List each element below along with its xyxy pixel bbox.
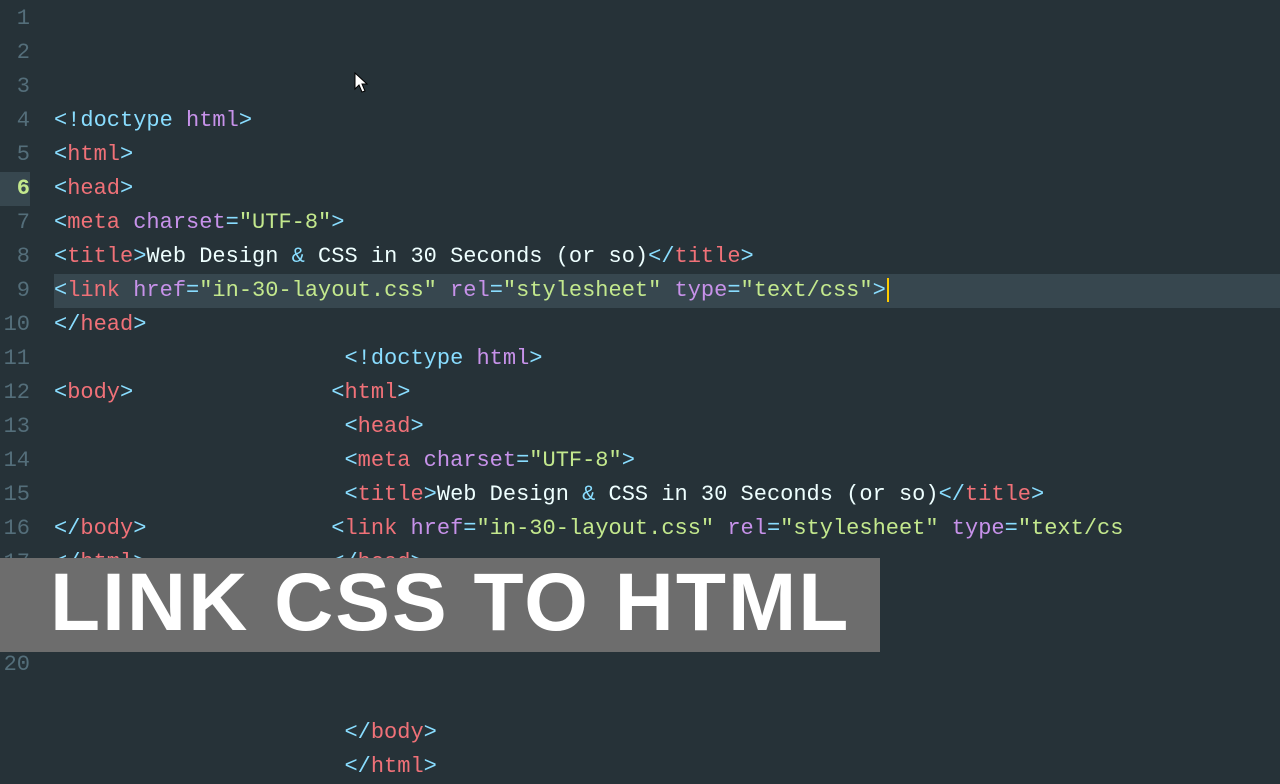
line-number: 5 <box>0 138 30 172</box>
line-number: 1 <box>0 2 30 36</box>
line-number: 20 <box>0 648 30 682</box>
code-line[interactable]: <!doctype html> <box>54 342 1280 376</box>
line-number: 9 <box>0 274 30 308</box>
code-line[interactable]: </html> <box>54 750 1280 784</box>
line-number: 10 <box>0 308 30 342</box>
code-line[interactable] <box>54 648 1280 682</box>
code-line[interactable]: <meta charset="UTF-8"> <box>54 206 1280 240</box>
line-number: 2 <box>0 36 30 70</box>
line-number: 8 <box>0 240 30 274</box>
code-line[interactable]: <html> <box>54 138 1280 172</box>
title-banner: LINK CSS TO HTML <box>0 558 880 652</box>
code-line[interactable]: <title>Web Design & CSS in 30 Seconds (o… <box>54 478 1280 512</box>
line-number: 16 <box>0 512 30 546</box>
line-number: 14 <box>0 444 30 478</box>
code-line[interactable]: </body> <link href="in-30-layout.css" re… <box>54 512 1280 546</box>
code-line[interactable] <box>54 682 1280 716</box>
code-line[interactable]: <title>Web Design & CSS in 30 Seconds (o… <box>54 240 1280 274</box>
line-number: 4 <box>0 104 30 138</box>
line-number: 11 <box>0 342 30 376</box>
line-number: 7 <box>0 206 30 240</box>
banner-text: LINK CSS TO HTML <box>50 562 850 644</box>
code-line[interactable]: <head> <box>54 410 1280 444</box>
code-line[interactable]: <!doctype html> <box>54 104 1280 138</box>
line-number: 12 <box>0 376 30 410</box>
code-line[interactable]: <meta charset="UTF-8"> <box>54 444 1280 478</box>
line-number: 6 <box>0 172 30 206</box>
line-number: 13 <box>0 410 30 444</box>
code-line[interactable]: </head> <box>54 308 1280 342</box>
code-line[interactable]: </body> <box>54 716 1280 750</box>
code-line[interactable]: <body> <html> <box>54 376 1280 410</box>
line-number: 3 <box>0 70 30 104</box>
code-line[interactable]: <link href="in-30-layout.css" rel="style… <box>54 274 1280 308</box>
code-line[interactable]: <head> <box>54 172 1280 206</box>
line-number: 15 <box>0 478 30 512</box>
